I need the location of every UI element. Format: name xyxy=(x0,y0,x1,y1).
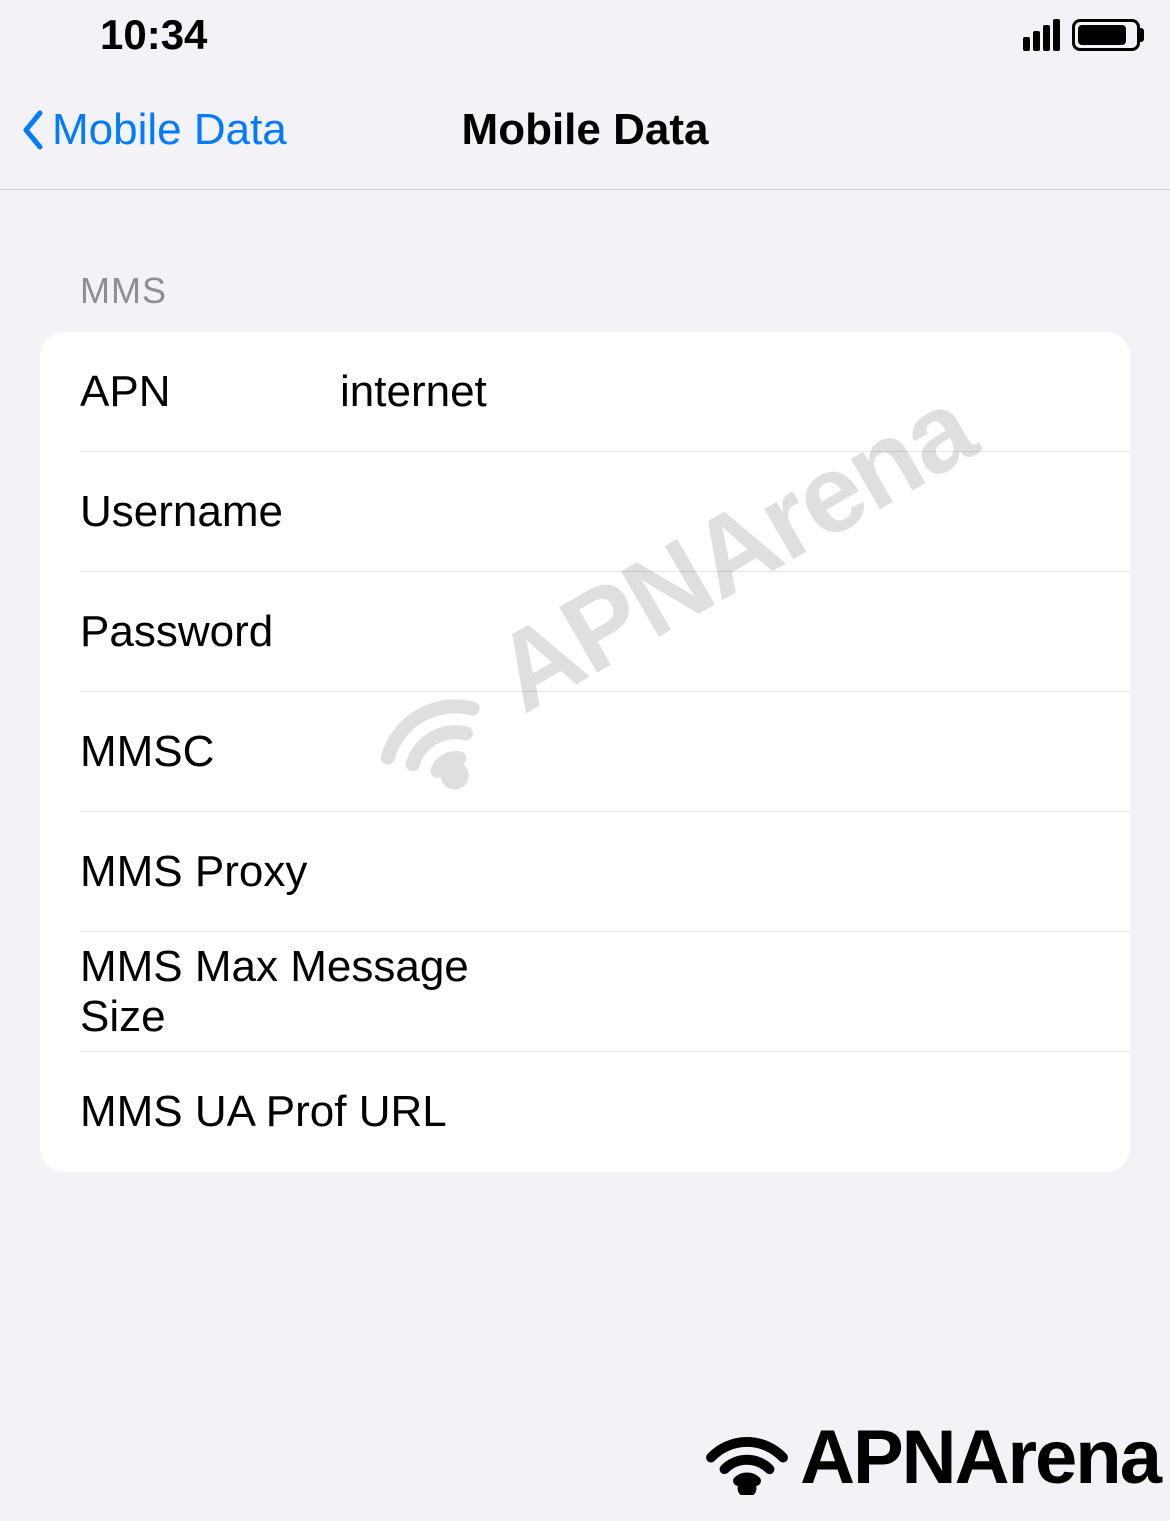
back-button[interactable]: Mobile Data xyxy=(20,105,287,155)
password-label: Password xyxy=(80,607,340,657)
footer-logo: APNArena xyxy=(702,1414,1160,1501)
apn-row[interactable]: APN xyxy=(40,332,1130,452)
password-input[interactable] xyxy=(340,607,1130,657)
navigation-bar: Mobile Data Mobile Data xyxy=(0,70,1170,190)
mms-proxy-input[interactable] xyxy=(307,847,1130,897)
mms-proxy-row[interactable]: MMS Proxy xyxy=(40,812,1130,932)
settings-group: APN Username Password MMSC MMS Proxy MMS… xyxy=(40,332,1130,1172)
chevron-left-icon xyxy=(20,109,44,151)
mms-ua-prof-label: MMS UA Prof URL xyxy=(80,1087,447,1137)
password-row[interactable]: Password xyxy=(40,572,1130,692)
mms-ua-prof-input[interactable] xyxy=(447,1087,1130,1137)
cellular-signal-icon xyxy=(1023,19,1060,51)
mms-ua-prof-row[interactable]: MMS UA Prof URL xyxy=(40,1052,1130,1172)
status-bar: 10:34 xyxy=(0,0,1170,70)
section-header-mms: MMS xyxy=(80,270,1130,312)
page-title: Mobile Data xyxy=(462,105,709,155)
battery-icon xyxy=(1072,19,1140,51)
back-label: Mobile Data xyxy=(52,105,287,155)
footer-text: APNArena xyxy=(800,1414,1160,1501)
status-icons xyxy=(1023,19,1140,51)
mms-max-size-row[interactable]: MMS Max Message Size xyxy=(40,932,1130,1052)
username-input[interactable] xyxy=(340,487,1130,537)
content-area: MMS APN Username Password MMSC MMS Proxy xyxy=(0,190,1170,1172)
apn-label: APN xyxy=(80,367,340,417)
username-row[interactable]: Username xyxy=(40,452,1130,572)
wifi-icon xyxy=(702,1420,792,1495)
apn-input[interactable] xyxy=(340,367,1130,417)
mmsc-row[interactable]: MMSC xyxy=(40,692,1130,812)
mmsc-label: MMSC xyxy=(80,727,340,777)
mms-proxy-label: MMS Proxy xyxy=(80,847,307,897)
mms-max-size-input[interactable] xyxy=(515,967,1130,1017)
mmsc-input[interactable] xyxy=(340,727,1130,777)
username-label: Username xyxy=(80,487,340,537)
status-time: 10:34 xyxy=(100,11,207,59)
mms-max-size-label: MMS Max Message Size xyxy=(80,942,515,1042)
